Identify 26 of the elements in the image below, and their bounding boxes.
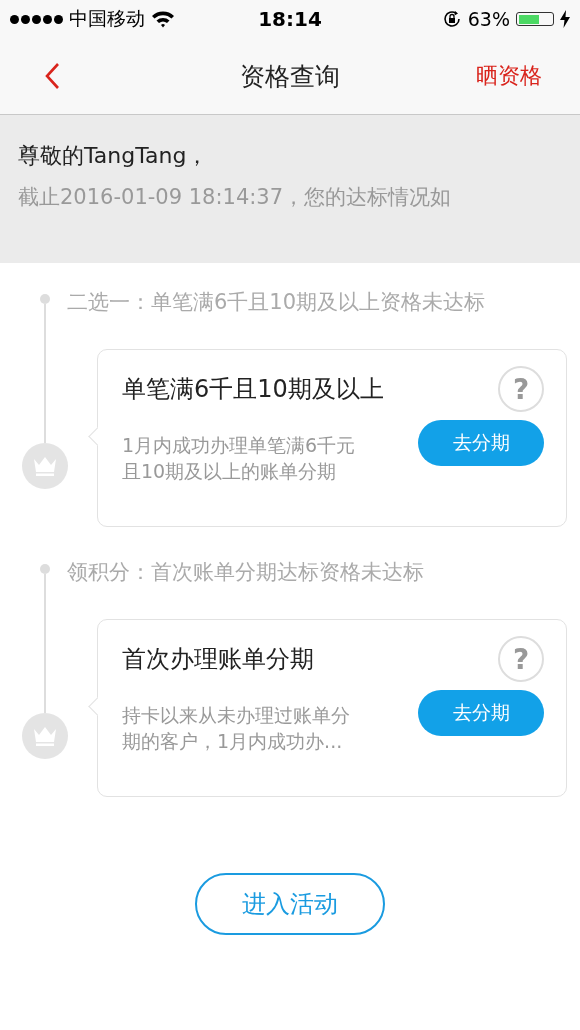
status-text: 截止2016-01-09 18:14:37，您的达标情况如 [18, 184, 453, 211]
page-title: 资格查询 [239, 60, 341, 93]
share-link[interactable]: 晒资格 [476, 61, 542, 91]
help-button[interactable]: ? [498, 366, 544, 412]
help-button[interactable]: ? [498, 636, 544, 682]
back-button[interactable] [44, 62, 60, 90]
section-label: 二选一：单笔满6千且10期及以上资格未达标 [67, 289, 487, 316]
card-description: 持卡以来从未办理过账单分 期的客户，1月内成功办... [122, 703, 350, 754]
card-description: 1月内成功办理单笔满6千元 且10期及以上的账单分期 [122, 433, 356, 484]
rotation-lock-icon [441, 9, 462, 29]
wifi-icon [151, 10, 175, 28]
greeting-text: 尊敬的TangTang， [18, 142, 210, 170]
signal-icon [10, 14, 63, 24]
installment-button[interactable]: 去分期 [418, 690, 544, 736]
crown-icon [22, 443, 68, 489]
battery-icon [516, 12, 554, 26]
card-title: 单笔满6千且10期及以上 [122, 374, 384, 405]
carrier-name: 中国移动 [69, 6, 145, 31]
section-label: 领积分：首次账单分期达标资格未达标 [67, 559, 425, 586]
card-title: 首次办理账单分期 [122, 644, 314, 675]
crown-icon [22, 713, 68, 759]
enter-activity-button[interactable]: 进入活动 [195, 873, 385, 935]
battery-percent: 63% [467, 8, 510, 30]
back-icon [44, 62, 60, 90]
installment-button[interactable]: 去分期 [418, 420, 544, 466]
clock-time: 18:14 [257, 7, 323, 31]
